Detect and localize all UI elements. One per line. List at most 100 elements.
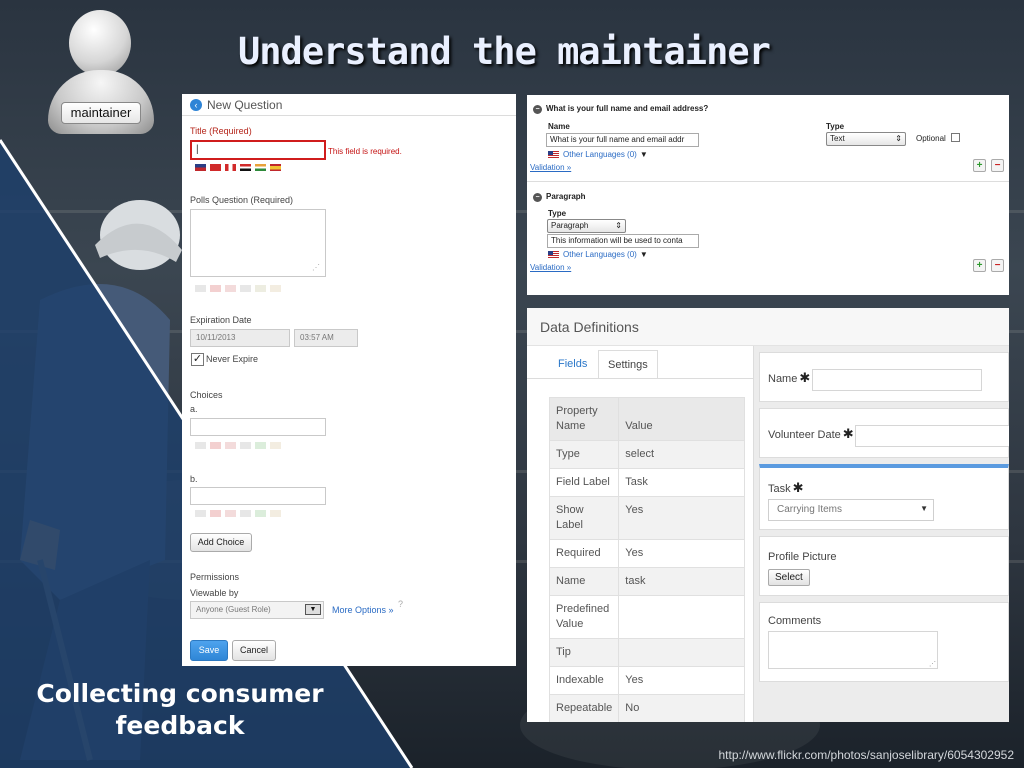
poll-question-textarea[interactable]: ⋰ [190, 209, 326, 277]
viewable-by-select[interactable]: Anyone (Guest Role) ▼ [190, 601, 324, 619]
table-row[interactable]: Indexable Yes [548, 666, 745, 695]
paragraph-validation-link[interactable]: Validation » [530, 263, 571, 272]
us-flag-icon [548, 151, 559, 159]
table-row[interactable]: Name task [548, 567, 745, 596]
canada-flag-icon[interactable] [225, 510, 236, 517]
validation-link[interactable]: Validation » [530, 163, 571, 172]
required-star-icon: ✱ [842, 426, 854, 441]
paragraph-text-input[interactable]: This information will be used to conta [547, 234, 699, 248]
paragraph-other-languages-link[interactable]: Other Languages (0) [563, 250, 637, 259]
title-input[interactable]: | [190, 140, 326, 160]
spain-flag-icon[interactable] [270, 285, 281, 292]
india-flag-icon[interactable] [255, 442, 266, 449]
canada-flag-icon[interactable] [225, 164, 236, 171]
name-field-input[interactable] [812, 369, 982, 391]
volunteer-date-input[interactable] [855, 425, 1009, 447]
paragraph-other-languages-row[interactable]: Other Languages (0) ▼ [548, 250, 648, 259]
dropdown-arrow-icon: ▼ [920, 504, 928, 513]
select-arrows-icon: ⇕ [895, 134, 902, 143]
table-row[interactable]: Field Label Task [548, 468, 745, 497]
dropdown-arrow-icon[interactable]: ▼ [305, 604, 321, 615]
remove-question-button[interactable]: − [991, 159, 1004, 172]
volunteer-date-label: Volunteer Date ✱ [768, 426, 854, 441]
never-expire-checkbox[interactable]: ✓ [191, 353, 204, 366]
name-field-card[interactable]: Name ✱ [759, 352, 1009, 402]
india-flag-icon[interactable] [255, 285, 266, 292]
tab-fields[interactable]: Fields [549, 350, 596, 379]
spain-flag-icon[interactable] [270, 442, 281, 449]
cancel-button[interactable]: Cancel [232, 640, 276, 661]
other-languages-link[interactable]: Other Languages (0) [563, 150, 637, 159]
profile-picture-card[interactable]: Profile Picture Select [759, 536, 1009, 596]
add-paragraph-button[interactable]: + [973, 259, 986, 272]
india-flag-icon[interactable] [255, 164, 266, 171]
us-flag-icon [548, 251, 559, 259]
name-input[interactable]: What is your full name and email addr [546, 133, 699, 147]
select-file-button[interactable]: Select [768, 569, 810, 586]
resize-grip-icon[interactable]: ⋰ [312, 263, 322, 273]
comments-textarea[interactable]: ⋰ [768, 631, 938, 669]
expiration-date-input[interactable]: 10/11/2013 [190, 329, 290, 347]
back-arrow-icon[interactable]: ‹ [190, 98, 202, 111]
table-row[interactable]: Type select [548, 440, 745, 469]
choice-a-input[interactable] [190, 418, 326, 436]
optional-checkbox[interactable] [951, 133, 960, 142]
egypt-flag-icon[interactable] [240, 285, 251, 292]
help-icon[interactable]: ? [398, 599, 403, 609]
add-choice-button[interactable]: Add Choice [190, 533, 252, 552]
name-field-label: Name ✱ [768, 370, 811, 385]
table-row[interactable]: Tip [548, 638, 745, 667]
egypt-flag-icon[interactable] [240, 510, 251, 517]
india-flag-icon[interactable] [255, 510, 266, 517]
more-options-link[interactable]: More Options » [332, 605, 394, 615]
china-flag-icon[interactable] [210, 442, 221, 449]
canada-flag-icon[interactable] [225, 442, 236, 449]
poll-question-label: Polls Question (Required) [190, 195, 294, 205]
task-select[interactable]: Carrying Items ▼ [768, 499, 934, 521]
save-button[interactable]: Save [190, 640, 228, 661]
us-flag-icon[interactable] [195, 164, 206, 171]
table-row[interactable]: Show Label Yes [548, 496, 745, 540]
choice-a-label: a. [190, 404, 198, 414]
expand-arrow-icon[interactable]: ▼ [640, 150, 648, 159]
question-1-heading: − What is your full name and email addres… [533, 104, 708, 114]
china-flag-icon[interactable] [210, 510, 221, 517]
collapse-icon[interactable]: − [533, 193, 542, 202]
profile-picture-label: Profile Picture [768, 551, 837, 563]
table-row[interactable]: Repeatable No [548, 694, 745, 722]
add-question-button[interactable]: + [973, 159, 986, 172]
us-flag-icon[interactable] [195, 510, 206, 517]
egypt-flag-icon[interactable] [240, 442, 251, 449]
tab-settings[interactable]: Settings [598, 350, 658, 379]
us-flag-icon[interactable] [195, 442, 206, 449]
value-header: Value [618, 397, 745, 441]
type-select[interactable]: Text ⇕ [826, 132, 906, 146]
paragraph-type-select[interactable]: Paragraph ⇕ [547, 219, 626, 233]
maintainer-avatar: maintainer [48, 8, 154, 134]
choice-a-language-flags [195, 442, 281, 449]
spain-flag-icon[interactable] [270, 510, 281, 517]
question-fields-panel: − What is your full name and email addres… [527, 95, 1009, 295]
remove-paragraph-button[interactable]: − [991, 259, 1004, 272]
title-error: This field is required. [328, 147, 402, 156]
table-row[interactable]: Predefined Value [548, 595, 745, 639]
china-flag-icon[interactable] [210, 285, 221, 292]
volunteer-date-card[interactable]: Volunteer Date ✱ [759, 408, 1009, 458]
expiration-time-input[interactable]: 03:57 AM [294, 329, 358, 347]
other-languages-row[interactable]: Other Languages (0) ▼ [548, 150, 648, 159]
choice-b-input[interactable] [190, 487, 326, 505]
canada-flag-icon[interactable] [225, 285, 236, 292]
us-flag-icon[interactable] [195, 285, 206, 292]
avatar-label: maintainer [61, 102, 141, 124]
viewable-by-label: Viewable by [190, 588, 239, 598]
comments-card[interactable]: Comments ⋰ [759, 602, 1009, 682]
spain-flag-icon[interactable] [270, 164, 281, 171]
egypt-flag-icon[interactable] [240, 164, 251, 171]
permissions-label: Permissions [190, 572, 240, 582]
task-field-card[interactable]: Task ✱ Carrying Items ▼ [759, 464, 1009, 530]
china-flag-icon[interactable] [210, 164, 221, 171]
resize-grip-icon[interactable]: ⋰ [929, 660, 936, 668]
expand-arrow-icon[interactable]: ▼ [640, 250, 648, 259]
collapse-icon[interactable]: − [533, 105, 542, 114]
table-row[interactable]: Required Yes [548, 539, 745, 568]
